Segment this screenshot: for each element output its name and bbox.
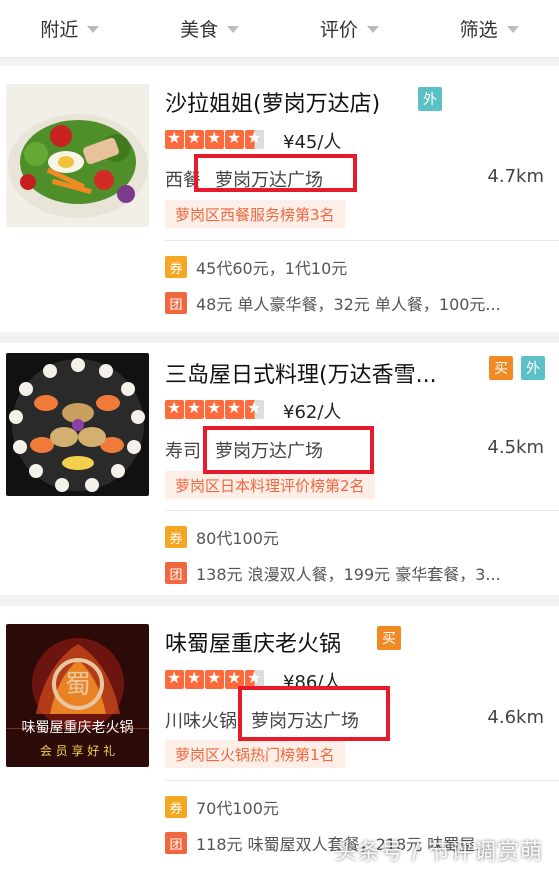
half-star-icon (245, 400, 264, 419)
shop-name: 三岛屋日式料理(万达香雪... (165, 363, 437, 388)
deal-text: 70代100元 (196, 799, 279, 818)
voucher-deal[interactable]: 券 70代100元 (165, 795, 279, 819)
rank-badge[interactable]: 萝岗区火锅热门榜第1名 (165, 740, 345, 768)
group-deal[interactable]: 团 138元 浪漫双人餐，199元 豪华套餐，3... (165, 561, 501, 585)
watermark: 头条号 / 节评调赏萌 (334, 840, 543, 865)
buy-badge: 买 (377, 626, 401, 650)
filter-food[interactable]: 美食 (140, 15, 280, 42)
distance-label: 4.5km (487, 437, 544, 458)
half-star-icon (245, 130, 264, 149)
star-icon (185, 670, 204, 689)
divider (165, 780, 559, 781)
category-label: 川味火锅 (165, 711, 237, 732)
voucher-tag: 券 (165, 796, 187, 818)
voucher-tag: 券 (165, 526, 187, 548)
takeout-badge: 外 (418, 87, 442, 111)
shop-name: 味蜀屋重庆老火锅 (165, 632, 342, 657)
group-deal[interactable]: 团 48元 单人豪华餐，32元 单人餐，100元... (165, 291, 501, 315)
voucher-deal[interactable]: 券 45代60元，1代10元 (165, 255, 347, 279)
group-tag: 团 (165, 292, 187, 314)
filter-label: 美食 (180, 19, 219, 41)
star-icon (165, 400, 184, 419)
logo-slogan: 会 员 享 好 礼 (39, 744, 116, 758)
shop-thumbnail (6, 84, 149, 227)
shop-thumbnail: 蜀 味蜀屋重庆老火锅 会 员 享 好 礼 (6, 624, 149, 767)
group-tag: 团 (165, 832, 187, 854)
deal-text: 138元 浪漫双人餐，199元 豪华套餐，3... (196, 565, 501, 584)
highlight-box (194, 154, 357, 192)
takeout-badge: 外 (521, 356, 545, 380)
star-icon (205, 130, 224, 149)
group-tag: 团 (165, 562, 187, 584)
highlight-box (238, 686, 390, 741)
deal-text: 45代60元，1代10元 (196, 259, 348, 278)
highlight-box (203, 426, 374, 474)
voucher-deal[interactable]: 券 80代100元 (165, 525, 279, 549)
buy-badge: 买 (489, 356, 513, 380)
price-per-person: ¥62/人 (283, 402, 342, 423)
divider (165, 510, 559, 511)
rank-badge[interactable]: 萝岗区西餐服务榜第3名 (165, 200, 345, 228)
rank-badge[interactable]: 萝岗区日本料理评价榜第2名 (165, 471, 375, 499)
deal-text: 80代100元 (196, 529, 279, 548)
svg-text:蜀: 蜀 (65, 670, 91, 700)
rating-stars (165, 400, 264, 419)
star-icon (165, 670, 184, 689)
star-icon (185, 400, 204, 419)
dropdown-arrow-icon (506, 26, 519, 33)
filter-screen[interactable]: 筛选 (419, 15, 559, 42)
filter-label: 评价 (319, 19, 358, 41)
price-per-person: ¥45/人 (283, 132, 342, 153)
deal-text: 48元 单人豪华餐，32元 单人餐，100元... (196, 295, 501, 314)
star-icon (165, 130, 184, 149)
filter-label: 附近 (40, 19, 79, 41)
star-icon (225, 400, 244, 419)
star-icon (205, 670, 224, 689)
dropdown-arrow-icon (227, 26, 240, 33)
filter-nearby[interactable]: 附近 (0, 15, 140, 42)
filter-label: 筛选 (459, 19, 498, 41)
shop-name: 沙拉姐姐(萝岗万达店) (165, 92, 381, 117)
shop-card[interactable]: 沙拉姐姐(萝岗万达店) 外 ¥45/人 西餐萝岗万达广场 4.7km 萝岗区西餐… (0, 66, 559, 332)
voucher-tag: 券 (165, 256, 187, 278)
rating-stars (165, 130, 264, 149)
star-icon (225, 130, 244, 149)
dropdown-arrow-icon (87, 26, 100, 33)
divider (165, 240, 559, 241)
shop-thumbnail (6, 353, 149, 496)
logo-text: 味蜀屋重庆老火锅 (21, 720, 134, 736)
distance-label: 4.7km (487, 166, 544, 187)
dropdown-arrow-icon (366, 26, 379, 33)
filter-bar: 附近 美食 评价 筛选 (0, 0, 559, 58)
star-icon (205, 400, 224, 419)
filter-rating[interactable]: 评价 (280, 15, 420, 42)
category-label: 寿司 (165, 441, 201, 462)
star-icon (185, 130, 204, 149)
distance-label: 4.6km (487, 707, 544, 728)
